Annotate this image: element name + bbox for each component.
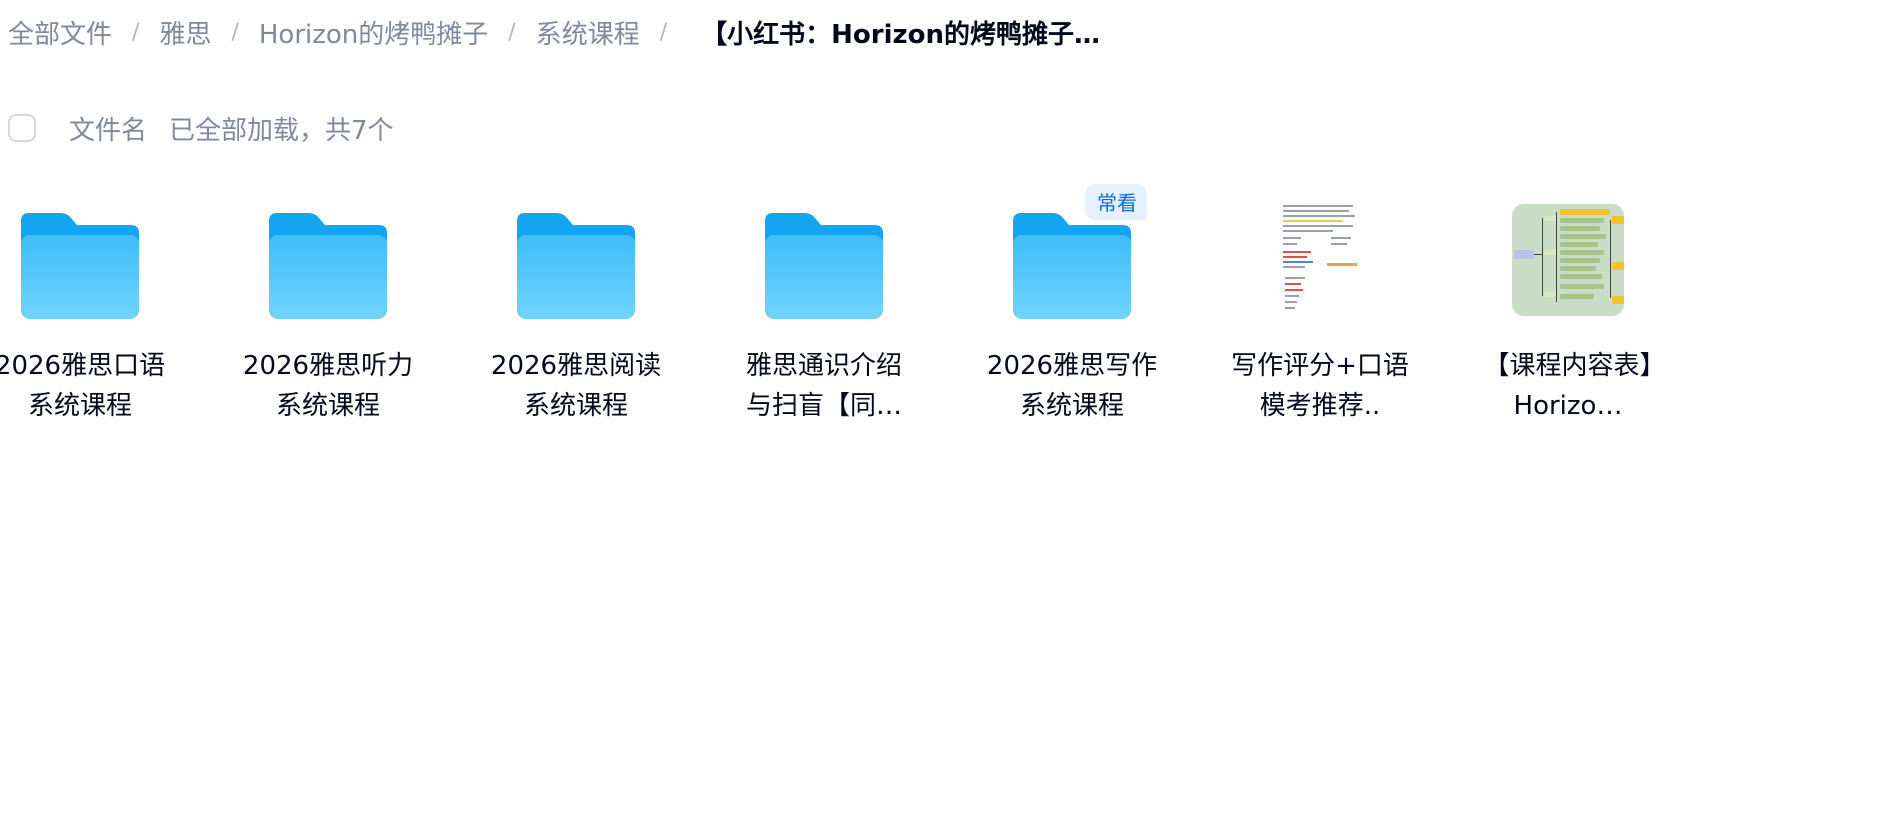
file-item[interactable]: 写作评分+口语模考推荐.. bbox=[1231, 198, 1488, 438]
breadcrumb-horizon[interactable]: Horizon的烤鸭摊子 bbox=[259, 14, 488, 51]
frequently-viewed-badge: 常看 bbox=[1085, 184, 1147, 220]
breadcrumb-current: 【小红书：Horizon的烤鸭摊子… bbox=[701, 19, 1101, 50]
mindmap-thumbnail-icon bbox=[1506, 198, 1630, 322]
file-name[interactable]: 2026雅思口语系统课程 bbox=[0, 346, 170, 426]
list-header: 文件名 已全部加载，共7个 bbox=[8, 110, 394, 146]
folder-icon bbox=[514, 198, 638, 322]
file-grid: 2026雅思口语系统课程 2026雅思听力系统课程 2026雅思阅读系统课程 雅… bbox=[0, 184, 1736, 438]
file-name[interactable]: 2026雅思听力系统课程 bbox=[238, 346, 418, 426]
breadcrumb-separator: / bbox=[231, 19, 239, 45]
file-item[interactable]: 常看 2026雅思写作系统课程 bbox=[987, 184, 1240, 438]
folder-icon bbox=[762, 198, 886, 322]
document-thumbnail-icon bbox=[1258, 198, 1382, 322]
breadcrumb-separator: / bbox=[659, 19, 668, 45]
folder-icon bbox=[266, 198, 390, 322]
folder-icon bbox=[18, 198, 142, 322]
breadcrumb-separator: / bbox=[132, 19, 140, 45]
load-status: 已全部加载，共7个 bbox=[169, 115, 394, 146]
file-name[interactable]: 雅思通识介绍与扫盲【同… bbox=[734, 346, 914, 426]
breadcrumb-separator: / bbox=[508, 19, 516, 45]
file-name[interactable]: 2026雅思阅读系统课程 bbox=[486, 346, 666, 426]
file-name[interactable]: 2026雅思写作系统课程 bbox=[982, 346, 1162, 426]
select-all-checkbox[interactable] bbox=[8, 114, 36, 142]
file-name[interactable]: 写作评分+口语模考推荐.. bbox=[1230, 346, 1410, 426]
breadcrumb-system-course[interactable]: 系统课程 bbox=[536, 14, 640, 51]
column-header-filename[interactable]: 文件名 bbox=[69, 110, 147, 147]
breadcrumb-ielts[interactable]: 雅思 bbox=[159, 14, 211, 51]
file-item[interactable]: 2026雅思听力系统课程 bbox=[243, 198, 496, 438]
file-item[interactable]: 2026雅思口语系统课程 bbox=[0, 198, 248, 438]
file-item[interactable]: 雅思通识介绍与扫盲【同… bbox=[744, 198, 992, 438]
file-item[interactable]: 【课程内容表】Horizo… bbox=[1483, 198, 1736, 438]
file-name[interactable]: 【课程内容表】Horizo… bbox=[1478, 346, 1658, 426]
folder-icon: 常看 bbox=[1010, 184, 1147, 322]
breadcrumb-all-files[interactable]: 全部文件 bbox=[8, 14, 112, 51]
breadcrumb: 全部文件 / 雅思 / Horizon的烤鸭摊子 / 系统课程 / 【小红书：H… bbox=[8, 14, 1100, 50]
file-item[interactable]: 2026雅思阅读系统课程 bbox=[491, 198, 744, 438]
